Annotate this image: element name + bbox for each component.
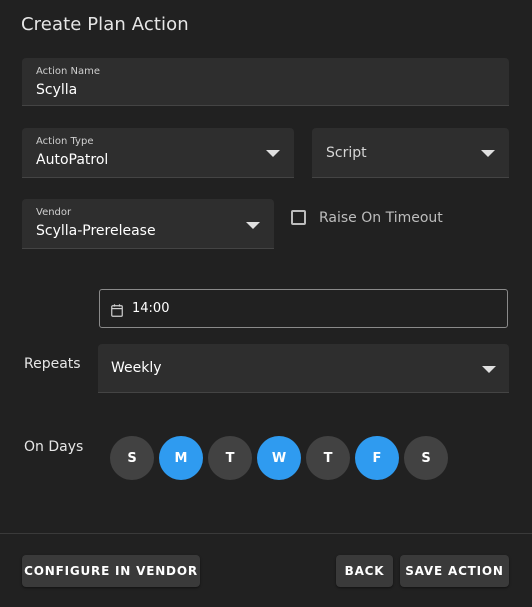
dialog-title: Create Plan Action bbox=[21, 14, 189, 35]
caret-down-icon bbox=[481, 150, 495, 157]
action-name-value: Scylla bbox=[36, 82, 78, 98]
action-name-field[interactable]: Action Name Scylla bbox=[22, 58, 509, 106]
script-select[interactable]: Script bbox=[312, 128, 509, 178]
day-sunday[interactable]: S bbox=[110, 436, 154, 480]
raise-on-timeout-checkbox[interactable] bbox=[291, 210, 306, 225]
caret-down-icon bbox=[246, 222, 260, 229]
day-monday[interactable]: M bbox=[159, 436, 203, 480]
day-wednesday[interactable]: W bbox=[257, 436, 301, 480]
vendor-select[interactable]: Vendor Scylla-Prerelease bbox=[22, 199, 274, 249]
footer-divider bbox=[0, 533, 532, 534]
vendor-label: Vendor bbox=[36, 207, 72, 218]
raise-on-timeout-label: Raise On Timeout bbox=[319, 210, 443, 226]
repeats-select[interactable]: Weekly bbox=[98, 344, 509, 393]
day-saturday[interactable]: S bbox=[404, 436, 448, 480]
back-button[interactable]: BACK bbox=[336, 555, 393, 587]
caret-down-icon bbox=[482, 366, 496, 373]
action-type-value: AutoPatrol bbox=[36, 152, 109, 168]
repeats-value: Weekly bbox=[111, 360, 162, 376]
configure-in-vendor-button[interactable]: CONFIGURE IN VENDOR bbox=[22, 555, 200, 587]
time-input[interactable]: 14:00 bbox=[99, 289, 508, 328]
action-name-label: Action Name bbox=[36, 66, 100, 77]
repeats-label: Repeats bbox=[24, 356, 81, 372]
script-select-value: Script bbox=[326, 144, 367, 161]
action-type-label: Action Type bbox=[36, 136, 94, 147]
vendor-value: Scylla-Prerelease bbox=[36, 223, 156, 239]
caret-down-icon bbox=[266, 150, 280, 157]
day-friday[interactable]: F bbox=[355, 436, 399, 480]
on-days-label: On Days bbox=[24, 439, 84, 455]
time-value: 14:00 bbox=[132, 301, 170, 316]
create-plan-action-dialog: Create Plan Action Action Name Scylla Ac… bbox=[0, 0, 532, 607]
save-action-button[interactable]: SAVE ACTION bbox=[400, 555, 509, 587]
calendar-icon bbox=[111, 302, 123, 321]
action-type-select[interactable]: Action Type AutoPatrol bbox=[22, 128, 294, 178]
day-thursday[interactable]: T bbox=[306, 436, 350, 480]
day-tuesday[interactable]: T bbox=[208, 436, 252, 480]
